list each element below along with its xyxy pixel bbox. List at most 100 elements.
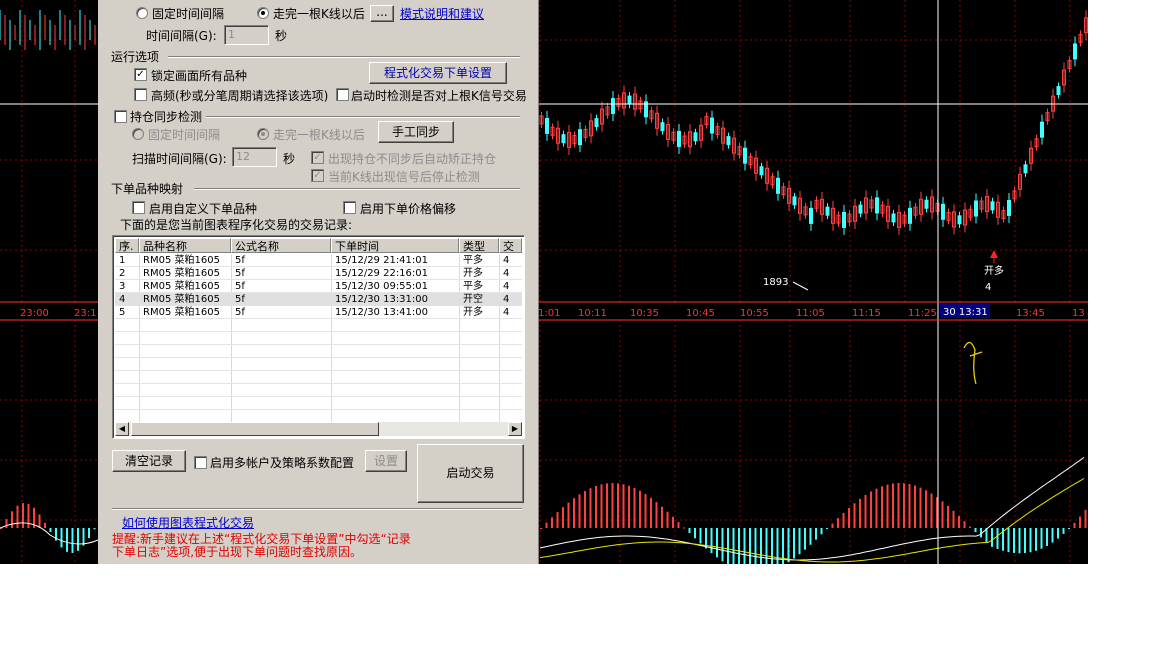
settings-button[interactable]: 设置 [365, 450, 407, 472]
macd-bar [958, 515, 960, 528]
macd-bar [540, 528, 542, 529]
macd-bar [859, 498, 861, 528]
col-header-formula[interactable]: 公式名称 [231, 238, 331, 253]
macd-bar [963, 521, 966, 528]
cell-qty: 4 [503, 307, 510, 318]
macd-bar [864, 495, 867, 528]
scroll-left-icon[interactable]: ◀ [115, 422, 129, 436]
trade-records-list[interactable]: 序. 品种名称 公式名称 下单时间 类型 交易 1 RM05 菜粕1605 5f 15… [112, 235, 525, 439]
macd-bar [831, 523, 834, 528]
scan-interval-unit: 秒 [283, 152, 296, 166]
candle-body [924, 199, 929, 209]
table-row[interactable]: 5 RM05 菜粕1605 5f 15/12/30 13:41:00 开多 4 [115, 306, 522, 319]
time-tick-label: 11:05 [796, 308, 825, 319]
col-header-qty[interactable]: 交易 [499, 238, 522, 253]
macd-bar [853, 503, 856, 528]
cell-qty: 4 [503, 255, 510, 266]
start-trading-button[interactable]: 启动交易 [417, 444, 524, 503]
cell-time: 15/12/30 09:55:01 [335, 281, 429, 292]
cell-qty: 4 [503, 294, 510, 305]
lock-all-label: 锁定画面所有品种 [151, 69, 248, 83]
price-offset-checkbox[interactable] [343, 201, 356, 214]
low-price-label: 1893 [763, 277, 788, 288]
table-row[interactable]: 3 RM05 菜粕1605 5f 15/12/30 09:55:01 平多 4 [115, 280, 522, 293]
scroll-thumb[interactable] [131, 422, 379, 436]
macd-bar [622, 484, 625, 528]
mode-help-link[interactable]: 模式说明和建议 [400, 5, 484, 22]
macd-bar [699, 528, 702, 544]
candle-body [1023, 164, 1028, 174]
interval-input[interactable]: 1 [224, 25, 269, 45]
macd-bar [1079, 516, 1081, 528]
time-tick-label: 1:01 [538, 308, 560, 319]
macd-bar [77, 528, 79, 551]
macd-bar [661, 506, 663, 528]
macd-bar [897, 483, 900, 528]
clear-records-button[interactable]: 清空记录 [112, 450, 186, 472]
position-radio-after-bar[interactable] [257, 128, 269, 140]
time-tick-label: 10:55 [740, 308, 769, 319]
macd-bar [826, 528, 828, 529]
cell-time: 15/12/30 13:31:00 [335, 294, 429, 305]
macd-bar [16, 505, 19, 528]
macd-bar [595, 485, 597, 528]
macd-bar [44, 522, 46, 528]
help-usage-link[interactable]: 如何使用图表程式化交易 [122, 514, 254, 531]
candle-body [809, 207, 813, 224]
multi-account-label: 启用多帐户及策略系数配置 [210, 456, 355, 470]
radio-after-bar[interactable] [257, 7, 269, 19]
radio-after-bar-label: 走完一根K线以后 [273, 7, 365, 21]
macd-bar [545, 522, 548, 528]
macd-bar [589, 488, 592, 528]
macd-bar [710, 528, 713, 554]
order-settings-button[interactable]: 程式化交易下单设置 [369, 62, 507, 84]
macd-bar [600, 484, 603, 528]
col-header-time[interactable]: 下单时间 [331, 238, 459, 253]
mode-dots-button[interactable]: ... [370, 5, 394, 22]
multi-account-checkbox[interactable] [194, 456, 207, 469]
macd-bar [22, 503, 24, 528]
radio-fixed-interval[interactable] [136, 7, 148, 19]
cell-idx: 2 [119, 268, 126, 279]
candle-body [842, 211, 846, 228]
macd-bar [760, 528, 762, 564]
custom-symbol-label: 启用自定义下单品种 [149, 202, 258, 216]
auto-correct-checkbox[interactable]: ✓ [311, 151, 324, 164]
macd-bar [606, 483, 608, 528]
macd-bar [633, 488, 636, 528]
col-header-type[interactable]: 类型 [459, 238, 499, 253]
macd-bar [952, 510, 955, 528]
cell-type: 平多 [463, 281, 483, 292]
cell-qty: 4 [503, 268, 510, 279]
high-freq-checkbox[interactable] [134, 88, 147, 101]
stop-check-checkbox[interactable]: ✓ [311, 169, 324, 182]
position-radio-fixed[interactable] [132, 128, 144, 140]
list-horizontal-scrollbar[interactable]: ◀ ▶ [115, 422, 522, 436]
table-row[interactable]: 2 RM05 菜粕1605 5f 15/12/29 22:16:01 开多 4 [115, 267, 522, 280]
manual-sync-button[interactable]: 手工同步 [378, 121, 454, 143]
custom-symbol-checkbox[interactable] [132, 201, 145, 214]
macd-bar [66, 528, 68, 552]
candle-body [792, 196, 797, 206]
col-header-symbol[interactable]: 品种名称 [139, 238, 231, 253]
macd-bar [677, 522, 680, 528]
low-price-pointer [792, 281, 809, 291]
position-sync-checkbox[interactable] [114, 110, 127, 123]
macd-bar [567, 502, 570, 528]
check-signal-checkbox[interactable] [336, 88, 349, 101]
lock-all-checkbox[interactable]: ✓ [134, 68, 147, 81]
scan-interval-input[interactable]: 12 [232, 147, 277, 167]
mapping-divider [194, 188, 520, 190]
cell-idx: 3 [119, 281, 126, 292]
macd-bar [881, 486, 883, 528]
candle-body [957, 215, 962, 225]
scan-interval-label: 扫描时间间隔(G): [132, 152, 227, 166]
candle-body [743, 147, 747, 164]
col-header-index[interactable]: 序. [115, 238, 139, 253]
table-row[interactable]: 1 RM05 菜粕1605 5f 15/12/29 21:41:01 平多 4 [115, 254, 522, 267]
macd-bar [578, 494, 581, 528]
time-tick-label: 11:25 [908, 308, 937, 319]
table-row[interactable]: 4 RM05 菜粕1605 5f 15/12/30 13:31:00 开空 4 [115, 293, 522, 306]
scroll-right-icon[interactable]: ▶ [508, 422, 522, 436]
candle-body [710, 117, 714, 134]
